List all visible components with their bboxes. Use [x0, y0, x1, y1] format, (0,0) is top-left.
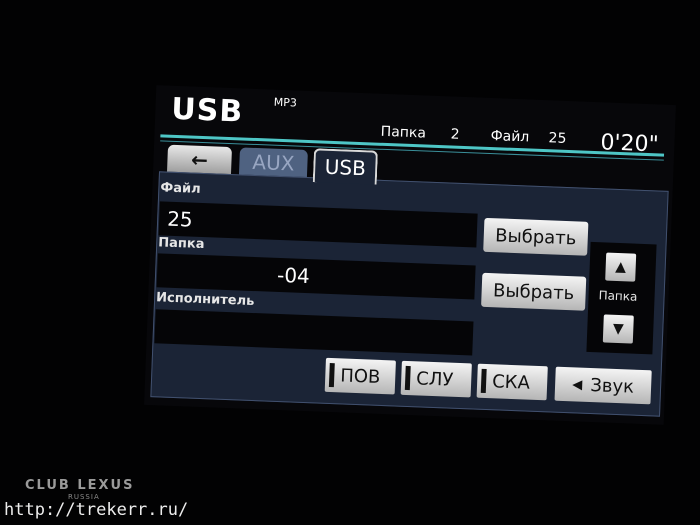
repeat-label: ПОВ	[339, 364, 381, 388]
source-url: http://trekerr.ru/	[4, 500, 189, 520]
folder-nav-label: Папка	[598, 288, 638, 304]
sound-label: Звук	[589, 374, 635, 398]
speaker-icon: ◀	[572, 376, 583, 393]
arrow-down-icon: ▼	[612, 320, 625, 338]
folder-nav: ▲ Папка ▼	[586, 241, 657, 355]
indicator-bar-icon	[404, 365, 411, 391]
file-status-label: Файл	[490, 128, 530, 146]
folder-status-label: Папка	[380, 123, 427, 142]
scan-button[interactable]: СКА	[476, 363, 548, 401]
select-file-button[interactable]: Выбрать	[483, 217, 589, 256]
indicator-bar-icon	[328, 363, 335, 388]
folder-status-value: 2	[450, 126, 460, 143]
source-title: USB	[170, 91, 244, 130]
random-button[interactable]: СЛУ	[400, 360, 472, 398]
file-status-value: 25	[548, 130, 567, 147]
folder-field-label: Папка	[157, 235, 205, 253]
format-label: MP3	[273, 95, 298, 110]
select-folder-button[interactable]: Выбрать	[481, 272, 587, 311]
folder-down-button[interactable]: ▼	[602, 314, 634, 344]
random-label: СЛУ	[415, 367, 454, 391]
back-tab[interactable]: ←	[166, 144, 233, 176]
sound-button[interactable]: ◀ Звук	[554, 366, 652, 405]
head-unit-screen: USB MP3 Папка 2 Файл 25 0'20" ← AUX USB …	[144, 85, 676, 425]
scan-label: СКА	[491, 370, 531, 394]
tab-usb[interactable]: USB	[312, 148, 378, 185]
back-arrow-icon: ←	[190, 147, 209, 173]
tab-aux[interactable]: AUX	[238, 147, 308, 178]
arrow-up-icon: ▲	[614, 258, 627, 276]
repeat-button[interactable]: ПОВ	[324, 357, 396, 395]
folder-up-button[interactable]: ▲	[605, 252, 637, 282]
file-field-label: Файл	[160, 180, 201, 197]
indicator-bar-icon	[480, 368, 487, 394]
watermark-logo: CLUB LEXUS	[25, 478, 135, 493]
